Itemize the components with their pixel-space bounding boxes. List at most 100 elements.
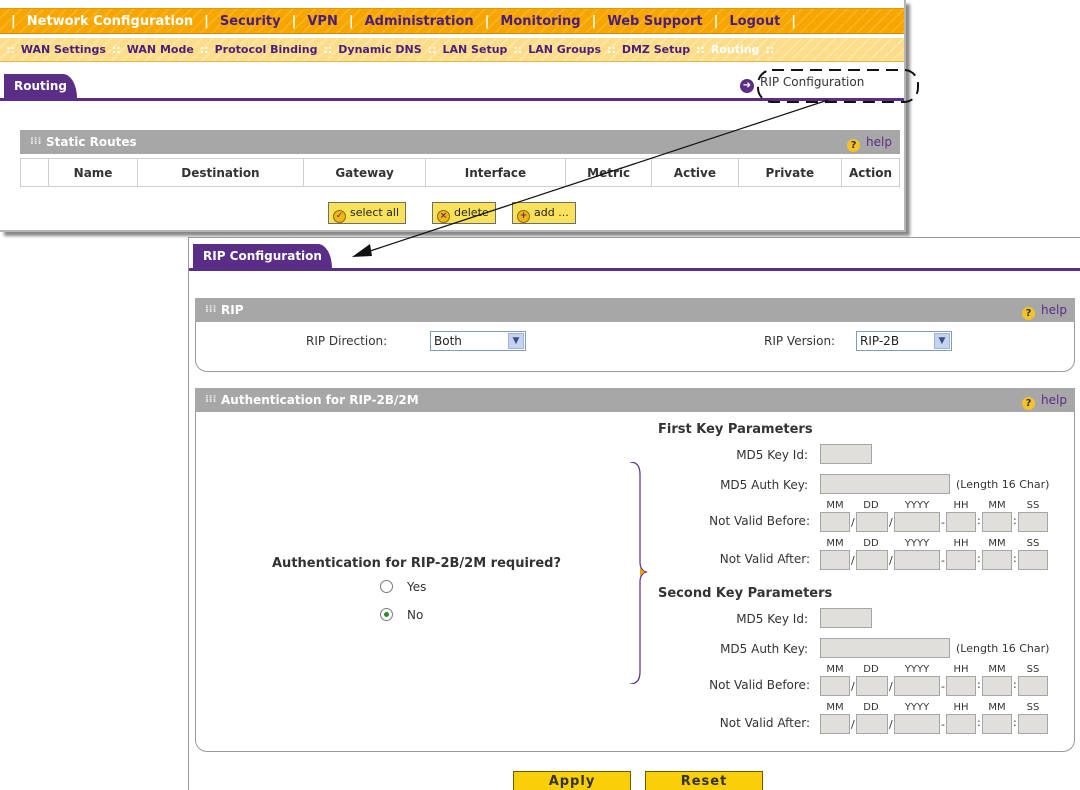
first-before-hour-input[interactable] — [946, 512, 976, 532]
first-after-day-input[interactable] — [856, 550, 888, 570]
subnav-protocol-binding[interactable]: Protocol Binding — [215, 43, 318, 56]
date-header-yyyy: YYYY — [904, 702, 930, 713]
date-separator: / — [889, 516, 893, 529]
date-header-ss: SS — [1026, 664, 1040, 675]
auth-section-help[interactable]: ? help — [1022, 388, 1067, 412]
second-before-day-input[interactable] — [856, 676, 888, 696]
nav-network-configuration[interactable]: Network Configuration — [27, 14, 193, 29]
nav-monitoring[interactable]: Monitoring — [500, 14, 580, 29]
nav-separator: | — [11, 13, 16, 29]
first-before-second-input[interactable] — [1018, 512, 1048, 532]
first-after-hour-input[interactable] — [946, 550, 976, 570]
second-after-second-input[interactable] — [1018, 714, 1048, 734]
subnav-routing[interactable]: Routing — [711, 43, 760, 56]
first-md5-key-id-input[interactable] — [820, 444, 872, 464]
date-separator: - — [941, 680, 945, 693]
subnav-separator: :: — [427, 43, 437, 56]
first-after-month-input[interactable] — [820, 550, 850, 570]
subnav-wan-settings[interactable]: WAN Settings — [21, 43, 106, 56]
static-routes-header: ⁞⁞⁞ Static Routes ? help — [20, 130, 900, 154]
auth-yes-option[interactable]: Yes — [380, 580, 426, 594]
rip-section-help[interactable]: ? help — [1022, 298, 1067, 322]
static-routes-help[interactable]: ? help — [847, 130, 892, 154]
sub-navigation: :: WAN Settings :: WAN Mode :: Protocol … — [0, 38, 904, 62]
date-separator: / — [851, 516, 855, 529]
static-routes-title: Static Routes — [46, 135, 137, 149]
nav-vpn[interactable]: VPN — [307, 14, 337, 29]
first-before-month-input[interactable] — [820, 512, 850, 532]
rip-section-header: ⁞⁞⁞ RIP ? help — [195, 298, 1075, 322]
second-before-minute-input[interactable] — [982, 676, 1012, 696]
second-before-month-input[interactable] — [820, 676, 850, 696]
grip-icon: ⁞⁞⁞ — [205, 304, 217, 315]
chevron-down-icon: ▼ — [508, 333, 524, 349]
first-not-valid-after-group: MM DD YYYY HH MM SS Not Valid After: / /… — [196, 538, 1076, 578]
delete-button[interactable]: × delete — [432, 202, 496, 224]
date-header-mm: MM — [826, 664, 844, 675]
radio-yes[interactable] — [380, 580, 393, 593]
tab-rip-configuration[interactable]: RIP Configuration — [193, 244, 332, 268]
date-header-hh: HH — [953, 702, 969, 713]
rip-version-select[interactable]: RIP-2B ▼ — [856, 331, 952, 351]
add-label: add ... — [534, 206, 569, 219]
second-before-hour-input[interactable] — [946, 676, 976, 696]
tab-routing[interactable]: Routing — [4, 74, 78, 98]
subnav-wan-mode[interactable]: WAN Mode — [127, 43, 194, 56]
first-after-year-input[interactable] — [894, 550, 940, 570]
select-all-button[interactable]: ✓ select all — [328, 202, 407, 224]
check-icon: ✓ — [333, 210, 346, 223]
radio-no[interactable] — [380, 608, 393, 621]
nav-web-support[interactable]: Web Support — [607, 14, 702, 29]
nav-separator: | — [713, 13, 719, 29]
help-icon: ? — [1022, 397, 1036, 410]
date-header-dd: DD — [863, 538, 879, 549]
subnav-lan-setup[interactable]: LAN Setup — [443, 43, 508, 56]
first-before-year-input[interactable] — [894, 512, 940, 532]
chevron-down-icon: ▼ — [934, 333, 950, 349]
second-before-second-input[interactable] — [1018, 676, 1048, 696]
grip-icon: ⁞⁞⁞ — [205, 394, 217, 405]
first-not-valid-before-label: Not Valid Before: — [709, 514, 810, 528]
select-all-label: select all — [350, 206, 400, 219]
column-private: Private — [737, 158, 843, 187]
first-before-day-input[interactable] — [856, 512, 888, 532]
arrow-right-icon: ➜ — [740, 79, 754, 93]
auth-section-header: ⁞⁞⁞ Authentication for RIP-2B/2M ? help — [195, 388, 1075, 412]
subnav-dynamic-dns[interactable]: Dynamic DNS — [338, 43, 421, 56]
first-after-minute-input[interactable] — [982, 550, 1012, 570]
rip-section-title: RIP — [221, 303, 244, 317]
second-md5-key-id-input[interactable] — [820, 608, 872, 628]
nav-logout[interactable]: Logout — [729, 14, 780, 29]
rip-configuration-link[interactable]: ➜ RIP Configuration — [740, 75, 864, 93]
rip-direction-select[interactable]: Both ▼ — [430, 331, 526, 351]
date-header-min: MM — [988, 538, 1006, 549]
top-navigation: | Network Configuration | Security | VPN… — [0, 8, 904, 34]
reset-button[interactable]: Reset — [645, 771, 763, 790]
date-separator: / — [889, 680, 893, 693]
nav-administration[interactable]: Administration — [365, 14, 474, 29]
second-not-valid-before-group: MM DD YYYY HH MM SS Not Valid Before: / … — [196, 664, 1076, 704]
column-name: Name — [48, 158, 138, 187]
help-icon: ? — [1022, 307, 1036, 320]
subnav-dmz-setup[interactable]: DMZ Setup — [622, 43, 690, 56]
second-after-month-input[interactable] — [820, 714, 850, 734]
first-md5-auth-key-input[interactable] — [820, 474, 950, 494]
apply-button[interactable]: Apply — [513, 771, 631, 790]
second-after-year-input[interactable] — [894, 714, 940, 734]
second-after-day-input[interactable] — [856, 714, 888, 734]
second-before-year-input[interactable] — [894, 676, 940, 696]
add-button[interactable]: + add ... — [512, 202, 576, 224]
subnav-separator: :: — [513, 43, 523, 56]
first-after-second-input[interactable] — [1018, 550, 1048, 570]
subnav-lan-groups[interactable]: LAN Groups — [528, 43, 601, 56]
tab-underline — [0, 98, 904, 101]
second-after-hour-input[interactable] — [946, 714, 976, 734]
second-after-minute-input[interactable] — [982, 714, 1012, 734]
auth-no-option[interactable]: No — [380, 608, 423, 622]
nav-security[interactable]: Security — [220, 14, 281, 29]
time-separator: : — [1013, 552, 1017, 565]
column-destination: Destination — [136, 158, 305, 187]
first-before-minute-input[interactable] — [982, 512, 1012, 532]
second-md5-auth-key-input[interactable] — [820, 638, 950, 658]
table-header-row: Name Destination Gateway Interface Metri… — [19, 158, 900, 187]
